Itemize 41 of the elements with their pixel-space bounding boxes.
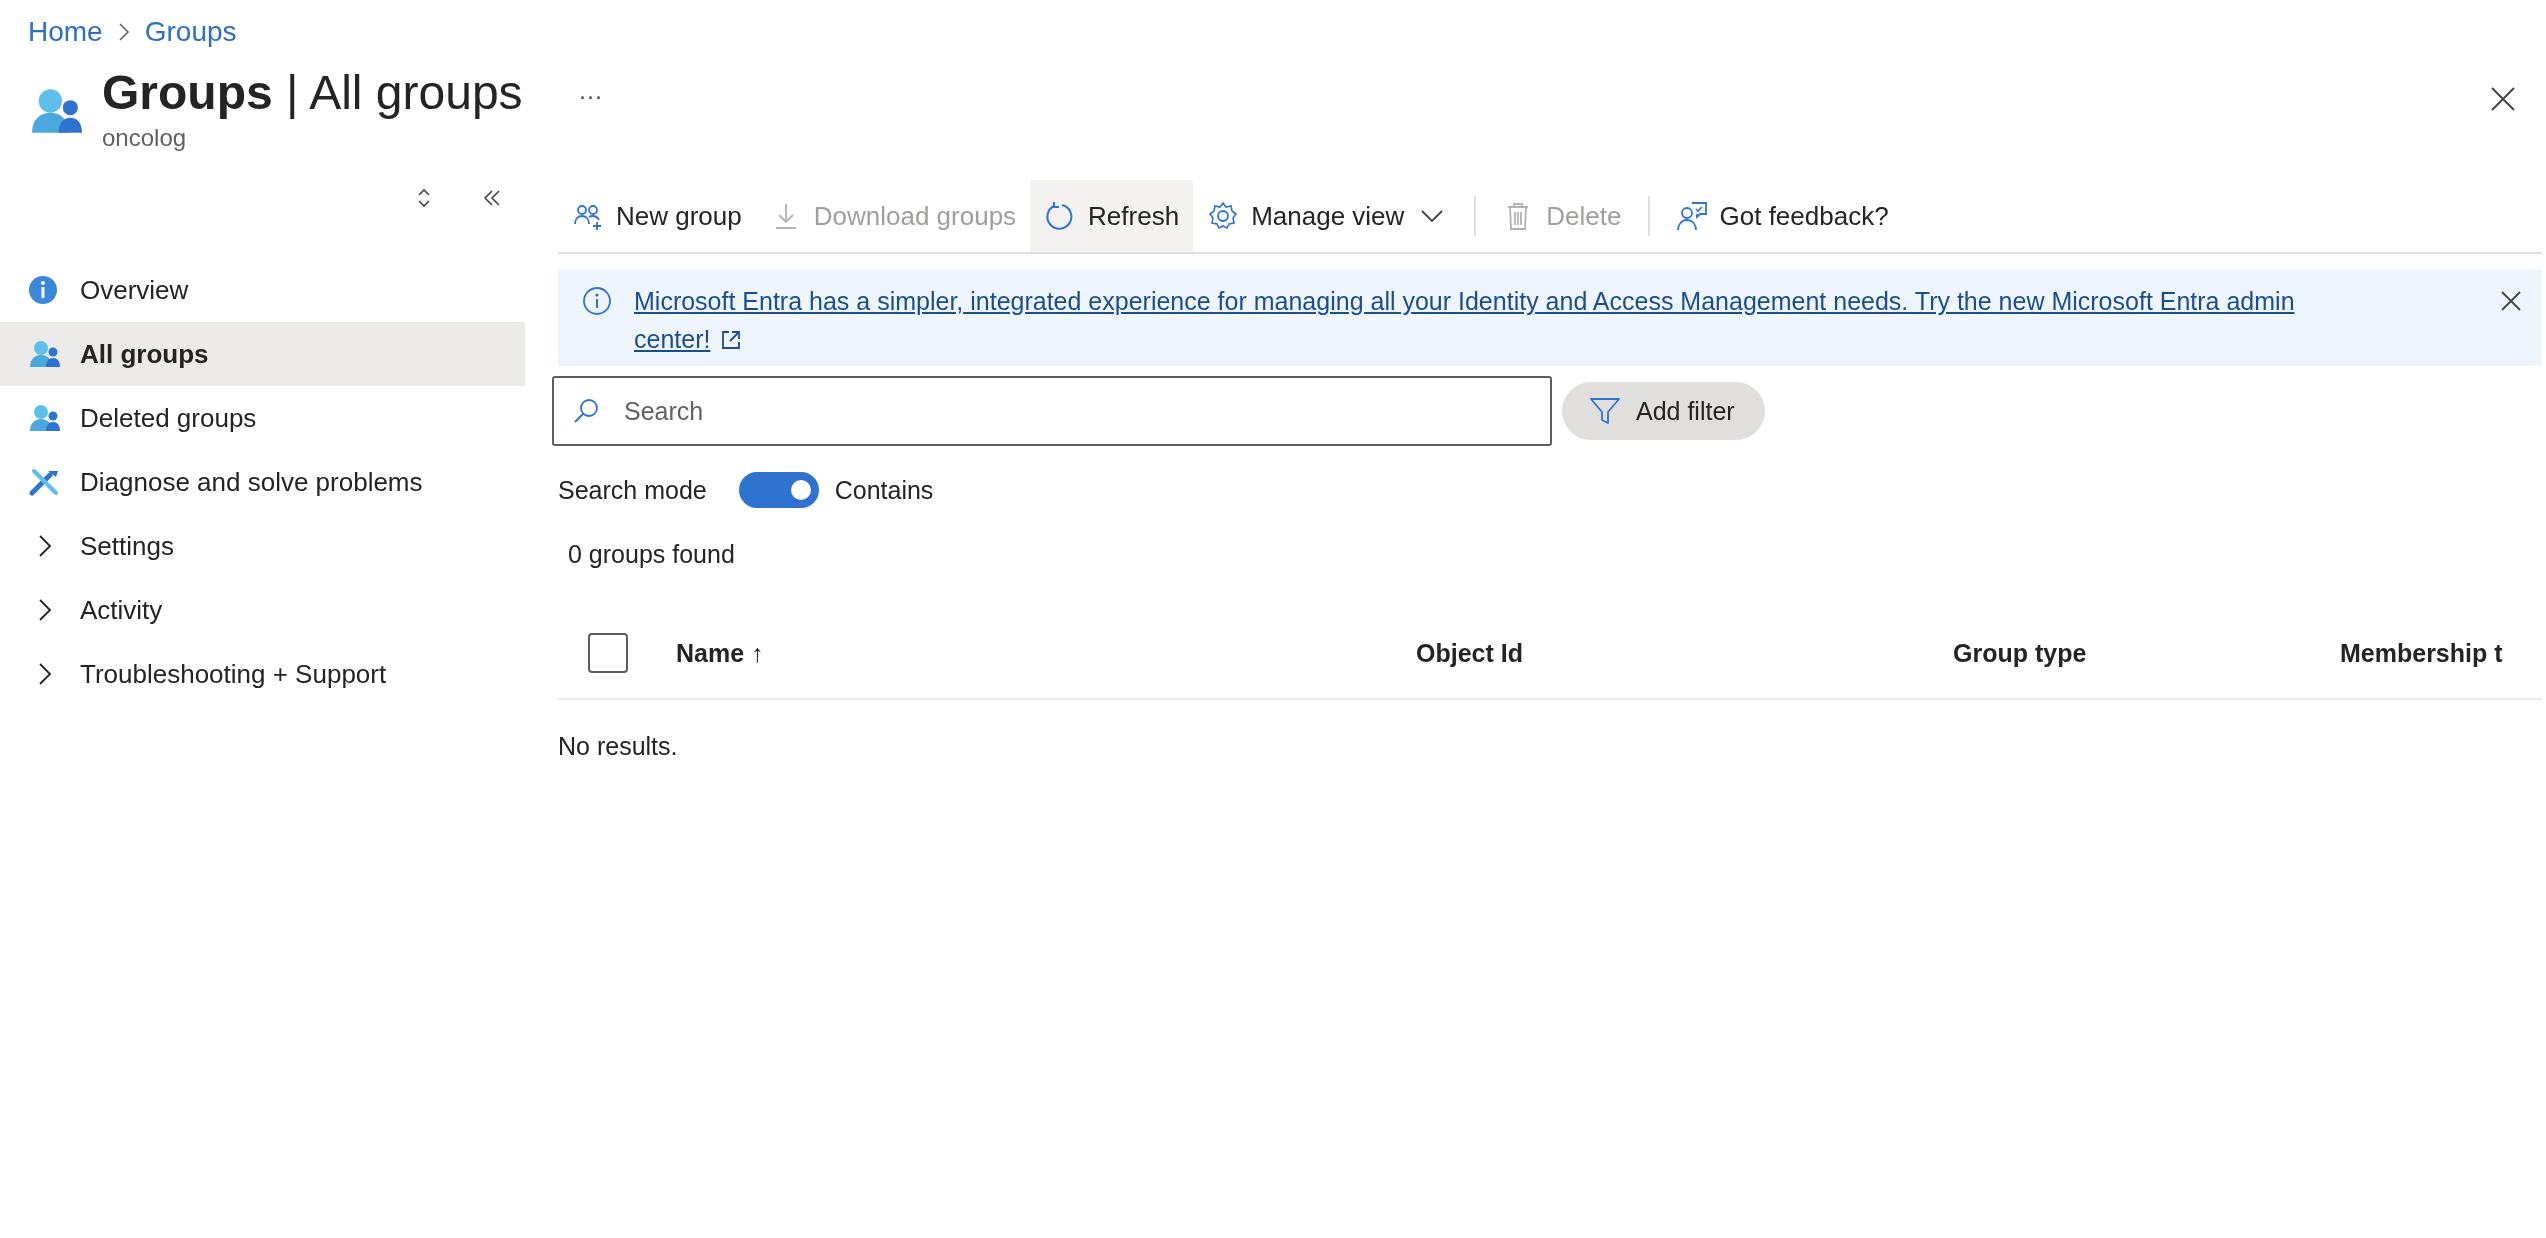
search-field[interactable]: Search — [552, 376, 1552, 446]
close-button[interactable] — [2500, 290, 2522, 312]
settings-icon — [1207, 200, 1240, 232]
tenant-name: oncolog — [102, 124, 188, 152]
group-icon — [28, 403, 62, 433]
sidebar-item[interactable]: Diagnose and solve problems — [0, 450, 525, 514]
close-button[interactable] — [2490, 86, 2516, 112]
sidebar-item[interactable]: Deleted groups — [0, 386, 525, 450]
sidebar-item[interactable]: Overview — [0, 258, 525, 322]
result-count: 0 groups found — [567, 540, 736, 570]
close-icon — [2500, 290, 2522, 312]
search-mode-value: Contains — [834, 475, 934, 505]
info-icon — [582, 286, 612, 316]
breadcrumb-link[interactable]: Home — [28, 16, 103, 48]
chevron-right-icon — [116, 22, 131, 42]
external-link-icon — [720, 329, 743, 351]
breadcrumb-link[interactable]: Groups — [144, 16, 237, 48]
add-filter-button[interactable]: Add filter — [1562, 382, 1765, 440]
column-header[interactable]: Object Id — [1416, 638, 1953, 668]
banner-link[interactable]: Microsoft Entra has a simpler, integrated experience for managing all your Identity and Access Management needs. Try the new Microsoft Entra admin center! — [634, 282, 2334, 358]
sidebar-item[interactable]: Activity — [0, 578, 525, 642]
sidebar-item[interactable]: Troubleshooting + Support — [0, 642, 525, 706]
column-header[interactable]: Membership t — [2340, 638, 2503, 668]
feedback-icon — [1675, 200, 1708, 232]
empty-message: No results. — [558, 732, 679, 761]
column-header[interactable]: Group type — [1953, 638, 2340, 668]
search-mode-label: Search mode — [558, 475, 707, 505]
column-header[interactable]: Name ↑ — [676, 638, 1416, 668]
toolbar-button[interactable]: Manage view — [1193, 180, 1463, 252]
select-all-checkbox[interactable] — [588, 633, 628, 673]
search-icon — [572, 397, 600, 425]
close-icon — [2490, 86, 2516, 112]
sidebar-item[interactable]: All groups — [0, 322, 525, 386]
toolbar-button[interactable]: New group — [558, 180, 756, 252]
toolbar-button[interactable]: Refresh — [1030, 180, 1194, 252]
search-mode-toggle[interactable] — [738, 472, 819, 508]
sidebar-item[interactable]: Settings — [0, 514, 525, 578]
toolbar-button[interactable]: Got feedback? — [1661, 180, 1903, 252]
page-title: Groups | All groups — [102, 65, 523, 121]
group-icon — [28, 339, 62, 369]
more-button[interactable]: ··· — [570, 78, 611, 114]
